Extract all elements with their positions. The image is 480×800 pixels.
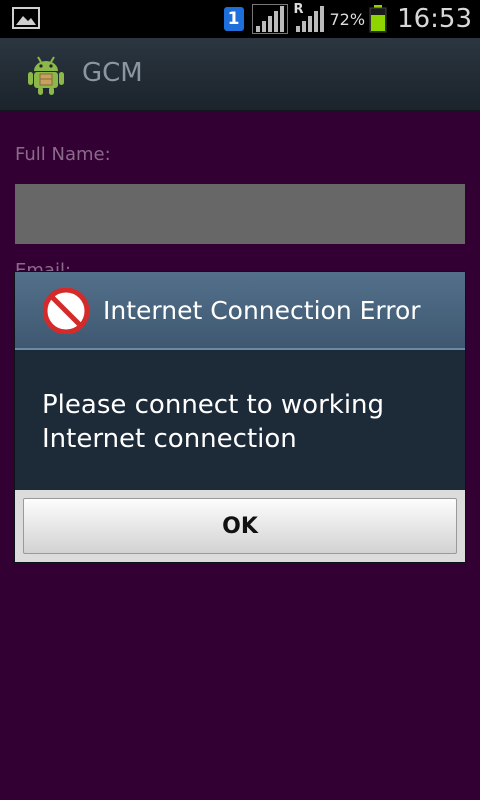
action-bar: GCM (0, 38, 480, 112)
dialog-title: Internet Connection Error (103, 296, 421, 325)
android-icon (28, 56, 64, 95)
roaming-signal-icon: R (294, 2, 326, 34)
signal-icon (251, 4, 288, 34)
dialog-message: Please connect to working Internet conne… (42, 390, 385, 454)
clock: 16:53 (397, 4, 472, 34)
full-name-input[interactable] (15, 184, 465, 244)
error-dialog: Internet Connection Error Please connect… (15, 272, 465, 562)
battery-icon (369, 5, 387, 33)
app-title: GCM (82, 58, 143, 88)
battery-percent: 72% (329, 9, 366, 29)
full-name-label: Full Name: (15, 144, 111, 165)
no-entry-icon (43, 288, 89, 334)
gallery-icon (12, 7, 40, 29)
dialog-footer: OK (15, 490, 465, 562)
ok-button[interactable]: OK (23, 498, 457, 554)
sim-icon: 1 (223, 7, 244, 31)
status-bar: 1 R 72% 16:53 (0, 0, 480, 38)
dialog-header: Internet Connection Error (15, 272, 465, 350)
